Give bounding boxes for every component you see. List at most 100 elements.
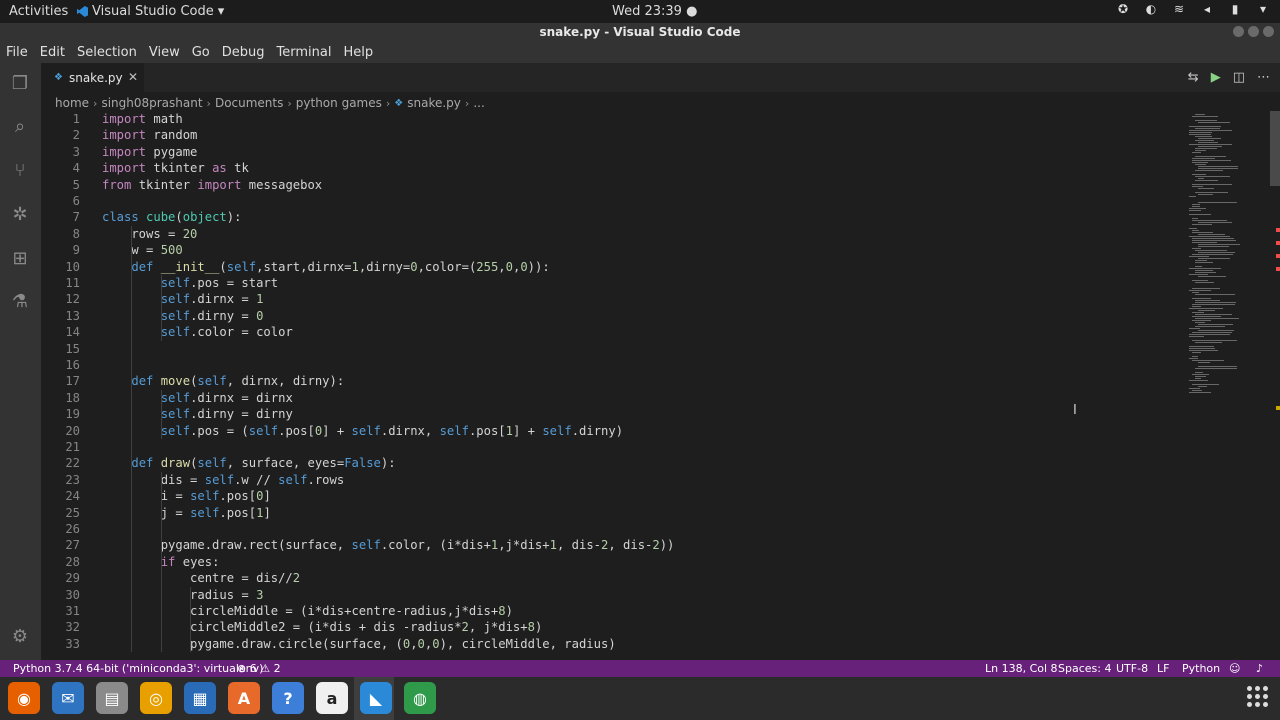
globe-icon[interactable]: ◍ (404, 682, 436, 714)
code-line[interactable]: 25 j = self.pos[1] (41, 505, 1186, 521)
breadcrumb-documents[interactable]: Documents (215, 96, 283, 110)
code-line[interactable]: 16 (41, 357, 1186, 373)
source-control-icon[interactable]: ⑂ (9, 160, 31, 182)
feedback-smiley-icon[interactable]: ☺ (1229, 662, 1240, 675)
code-line[interactable]: 10 def __init__(self,start,dirnx=1,dirny… (41, 259, 1186, 275)
encoding[interactable]: UTF-8 (1116, 662, 1148, 675)
code-line[interactable]: 19 self.dirny = dirny (41, 406, 1186, 422)
python-interpreter[interactable]: Python 3.7.4 64-bit ('miniconda3': virtu… (13, 662, 263, 675)
close-icon[interactable]: ✕ (128, 70, 138, 84)
menu-terminal[interactable]: Terminal (271, 45, 338, 60)
line-ending[interactable]: LF (1157, 662, 1169, 675)
code-line[interactable]: 33 pygame.draw.circle(surface, (0,0,0), … (41, 636, 1186, 652)
code-line[interactable]: 26 (41, 521, 1186, 537)
code-line[interactable]: 31 circleMiddle = (i*dis+centre-radius,j… (41, 603, 1186, 619)
line-number: 25 (65, 505, 80, 520)
run-icon[interactable]: ▶ (1211, 70, 1221, 85)
accessibility-icon[interactable]: ✪ (1116, 2, 1130, 16)
vscode-icon[interactable]: ◣ (360, 682, 392, 714)
notifications-bell-icon[interactable]: ♪ (1256, 662, 1263, 675)
camera-icon[interactable]: ◐ (1144, 2, 1158, 16)
scrollbar-thumb[interactable] (1270, 111, 1280, 186)
breadcrumb-file[interactable]: snake.py (407, 96, 461, 110)
code-line[interactable]: 12 self.dirnx = 1 (41, 291, 1186, 307)
line-number: 2 (72, 128, 80, 143)
code-line[interactable]: 13 self.dirny = 0 (41, 308, 1186, 324)
code-line[interactable]: 15 (41, 341, 1186, 357)
editor-scrollbar[interactable] (1268, 111, 1280, 660)
files-icon[interactable]: ▤ (96, 682, 128, 714)
minimize-button[interactable] (1233, 26, 1244, 37)
minimap-line (1189, 210, 1201, 211)
close-window-button[interactable] (1263, 26, 1274, 37)
code-line[interactable]: 6 (41, 193, 1186, 209)
code-line[interactable]: 30 radius = 3 (41, 587, 1186, 603)
cursor-position[interactable]: Ln 138, Col 8 (985, 662, 1058, 675)
code-line[interactable]: 5 from tkinter import messagebox (41, 177, 1186, 193)
code-line[interactable]: 7 class cube(object): (41, 209, 1186, 225)
clock[interactable]: Wed 23:39 ● (612, 4, 697, 19)
code-line[interactable]: 29 centre = dis//2 (41, 570, 1186, 586)
extensions-icon[interactable]: ⊞ (9, 248, 31, 270)
system-tray[interactable]: ✪ ◐ ≋ ◂ ▮ ▾ (1116, 2, 1270, 16)
menu-edit[interactable]: Edit (34, 45, 71, 60)
code-line[interactable]: 3 import pygame (41, 144, 1186, 160)
code-line[interactable]: 22 def draw(self, surface, eyes=False): (41, 455, 1186, 471)
more-actions-icon[interactable]: ⋯ (1257, 70, 1270, 85)
code-line[interactable]: 27 pygame.draw.rect(surface, self.color,… (41, 537, 1186, 553)
tab-snake-py[interactable]: ❖ snake.py ✕ (41, 63, 144, 92)
explorer-icon[interactable]: ❐ (9, 73, 31, 95)
code-line[interactable]: 8 rows = 20 (41, 226, 1186, 242)
activities-button[interactable]: Activities (9, 4, 68, 19)
indentation[interactable]: Spaces: 4 (1058, 662, 1111, 675)
help-icon[interactable]: ? (272, 682, 304, 714)
code-line[interactable]: 28 if eyes: (41, 554, 1186, 570)
code-line[interactable]: 21 (41, 439, 1186, 455)
code-line[interactable]: 32 circleMiddle2 = (i*dis + dis -radius*… (41, 619, 1186, 635)
menu-debug[interactable]: Debug (216, 45, 271, 60)
breadcrumb-python-games[interactable]: python games (296, 96, 382, 110)
code-line[interactable]: 1 import math (41, 111, 1186, 127)
minimap[interactable] (1186, 111, 1266, 660)
code-line[interactable]: 14 self.color = color (41, 324, 1186, 340)
thunderbird-icon[interactable]: ✉ (52, 682, 84, 714)
code-line[interactable]: 20 self.pos = (self.pos[0] + self.dirnx,… (41, 423, 1186, 439)
app-menu[interactable]: Visual Studio Code ▾ (77, 4, 224, 19)
code-line[interactable]: 4 import tkinter as tk (41, 160, 1186, 176)
problems-count[interactable]: ⊗ 6 ⚠ 2 (237, 662, 281, 675)
code-line[interactable]: 18 self.dirnx = dirnx (41, 390, 1186, 406)
debug-icon[interactable]: ✲ (9, 204, 31, 226)
software-icon[interactable]: A (228, 682, 260, 714)
code-line[interactable]: 2 import random (41, 127, 1186, 143)
code-line[interactable]: 9 w = 500 (41, 242, 1186, 258)
maximize-button[interactable] (1248, 26, 1259, 37)
writer-icon[interactable]: ▦ (184, 682, 216, 714)
code-line[interactable]: 17 def move(self, dirnx, dirny): (41, 373, 1186, 389)
breadcrumb-user[interactable]: singh08prashant (101, 96, 202, 110)
amazon-icon[interactable]: a (316, 682, 348, 714)
menu-go[interactable]: Go (186, 45, 216, 60)
battery-icon[interactable]: ▮ (1228, 2, 1242, 16)
code-line[interactable]: 23 dis = self.w // self.rows (41, 472, 1186, 488)
compare-changes-icon[interactable]: ⇆ (1188, 70, 1199, 85)
breadcrumb-home[interactable]: home (55, 96, 89, 110)
test-flask-icon[interactable]: ⚗ (9, 291, 31, 313)
rhythmbox-icon[interactable]: ◎ (140, 682, 172, 714)
wifi-icon[interactable]: ≋ (1172, 2, 1186, 16)
code-line[interactable]: 11 self.pos = start (41, 275, 1186, 291)
volume-icon[interactable]: ◂ (1200, 2, 1214, 16)
search-icon[interactable]: ⌕ (9, 116, 31, 138)
chevron-down-icon[interactable]: ▾ (1256, 2, 1270, 16)
menu-help[interactable]: Help (337, 45, 379, 60)
gear-icon[interactable]: ⚙ (9, 626, 31, 648)
menu-view[interactable]: View (143, 45, 186, 60)
code-editor[interactable]: 1 import math 2 import random 3 import pygame… (41, 111, 1186, 660)
show-applications-icon[interactable] (1247, 686, 1268, 707)
menu-file[interactable]: File (0, 45, 34, 60)
language-mode[interactable]: Python (1182, 662, 1220, 675)
firefox-icon[interactable]: ◉ (8, 682, 40, 714)
code-line[interactable]: 24 i = self.pos[0] (41, 488, 1186, 504)
split-editor-icon[interactable]: ◫ (1233, 70, 1245, 85)
menu-selection[interactable]: Selection (71, 45, 143, 60)
breadcrumb-symbols[interactable]: ... (473, 96, 484, 110)
